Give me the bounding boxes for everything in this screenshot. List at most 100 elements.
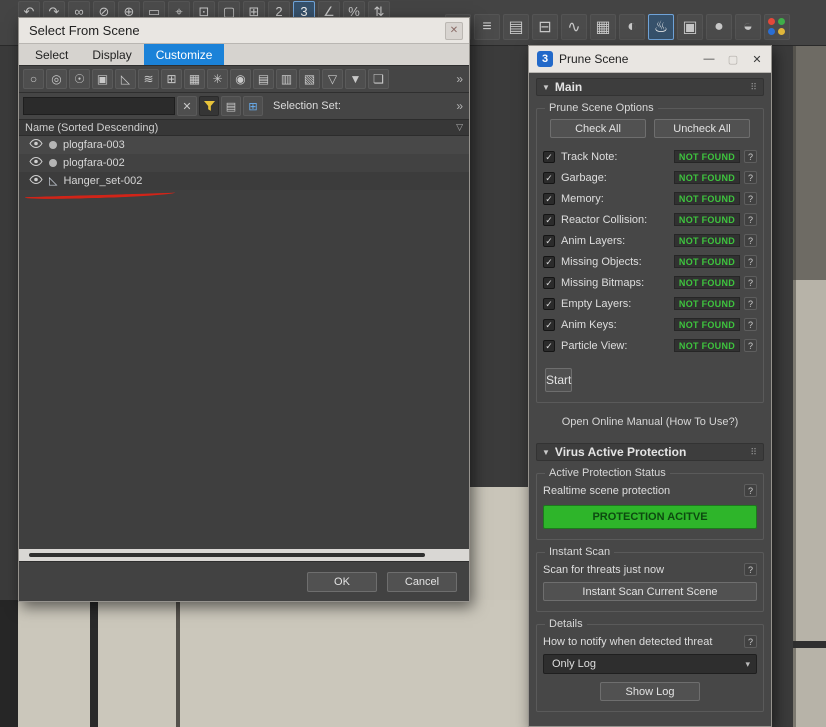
copy-list-icon[interactable]: ❏ — [368, 69, 389, 89]
checkbox[interactable]: ✓ — [543, 297, 555, 310]
viewport-pillar — [793, 280, 826, 727]
uncheck-all-button[interactable]: Uncheck All — [654, 119, 750, 138]
visibility-eye-icon[interactable] — [29, 174, 43, 187]
pick-parent-icon[interactable]: ▧ — [299, 69, 320, 89]
ok-button[interactable]: OK — [307, 571, 377, 592]
expand-all-icon[interactable]: ▤ — [253, 69, 274, 89]
render-production-icon[interactable]: ● — [706, 14, 732, 40]
checkbox[interactable]: ✓ — [543, 171, 555, 184]
help-button[interactable]: ? — [744, 276, 757, 289]
instant-scan-button[interactable]: Instant Scan Current Scene — [543, 582, 757, 601]
dot-blue — [767, 27, 775, 35]
funnel-filter-icon[interactable] — [199, 96, 219, 116]
toolbar-overflow-icon[interactable]: » — [456, 72, 465, 86]
cancel-button[interactable]: Cancel — [387, 571, 457, 592]
close-icon[interactable]: ✕ — [445, 21, 463, 40]
help-button[interactable]: ? — [744, 234, 757, 247]
virus-rollout-header[interactable]: ▼ Virus Active Protection ⠿ — [536, 443, 764, 461]
help-button[interactable]: ? — [744, 339, 757, 352]
help-button[interactable]: ? — [744, 635, 757, 648]
search-input[interactable] — [23, 97, 175, 115]
viewport-seam — [90, 600, 98, 727]
checkbox[interactable]: ✓ — [543, 255, 555, 268]
render-iterative-icon[interactable]: ◒ — [735, 14, 761, 40]
display-groups-icon[interactable]: ⊞ — [161, 69, 182, 89]
checkbox[interactable]: ✓ — [543, 234, 555, 247]
display-cameras-icon[interactable]: ▣ — [92, 69, 113, 89]
material-editor-icon[interactable]: ◐ — [619, 14, 645, 40]
help-button[interactable]: ? — [744, 297, 757, 310]
checkbox[interactable]: ✓ — [543, 318, 555, 331]
display-shapes-icon[interactable]: ◎ — [46, 69, 67, 89]
protection-active-button[interactable]: PROTECTION ACITVE — [543, 505, 757, 529]
scene-row[interactable]: ◺ Hanger_set-002 — [19, 172, 469, 190]
help-button[interactable]: ? — [744, 213, 757, 226]
collapse-all-icon[interactable]: ▥ — [276, 69, 297, 89]
dialog-titlebar[interactable]: Select From Scene ✕ — [19, 18, 469, 44]
checkbox[interactable]: ✓ — [543, 339, 555, 352]
minimize-icon[interactable]: — — [697, 48, 721, 70]
visibility-eye-icon[interactable] — [29, 156, 43, 169]
help-button[interactable]: ? — [744, 255, 757, 268]
ribbon-toggle-icon[interactable]: ⊟ — [532, 14, 558, 40]
display-lights-icon[interactable]: ☉ — [69, 69, 90, 89]
display-helpers-icon[interactable]: ◺ — [115, 69, 136, 89]
checkbox[interactable]: ✓ — [543, 213, 555, 226]
help-button[interactable]: ? — [744, 192, 757, 205]
start-button[interactable]: Start — [545, 368, 573, 392]
clear-search-icon[interactable]: ✕ — [177, 96, 197, 116]
cloud-render-icon[interactable] — [764, 14, 790, 40]
menu-select[interactable]: Select — [23, 44, 80, 65]
render-setup-icon[interactable]: ♨ — [648, 14, 674, 40]
checkbox[interactable]: ✓ — [543, 192, 555, 205]
column-filter-icon[interactable]: ▽ — [456, 122, 463, 133]
menu-display[interactable]: Display — [80, 44, 143, 65]
checkbox[interactable]: ✓ — [543, 276, 555, 289]
display-hidden-icon[interactable]: ◉ — [230, 69, 251, 89]
curve-editor-icon[interactable]: ∿ — [561, 14, 587, 40]
scene-row[interactable]: plogfara-002 — [19, 154, 469, 172]
close-icon[interactable]: ✕ — [745, 48, 769, 70]
scene-row[interactable]: plogfara-003 — [19, 136, 469, 154]
notify-row: How to notify when detected threat ? — [543, 635, 757, 648]
visibility-eye-icon[interactable] — [29, 138, 43, 151]
checkbox[interactable]: ✓ — [543, 150, 555, 163]
check-buttons-row: Check All Uncheck All — [543, 119, 757, 138]
window-controls: — ▢ ✕ — [697, 48, 769, 70]
status-badge: NOT FOUND — [674, 234, 740, 247]
help-button[interactable]: ? — [744, 563, 757, 576]
align-icon[interactable]: ≡ — [474, 14, 500, 40]
layer-explorer-icon[interactable]: ▤ — [503, 14, 529, 40]
log-mode-dropdown[interactable]: Only Log ▾ — [543, 654, 757, 674]
filter-icon[interactable]: ▼ — [345, 69, 366, 89]
online-manual-link[interactable]: Open Online Manual (How To Use?) — [536, 416, 764, 428]
show-log-button[interactable]: Show Log — [600, 682, 700, 701]
help-button[interactable]: ? — [744, 484, 757, 497]
display-geometry-icon[interactable]: ○ — [23, 69, 44, 89]
horizontal-scrollbar[interactable] — [19, 549, 469, 561]
clear-filter-icon[interactable]: ▽ — [322, 69, 343, 89]
menu-customize[interactable]: Customize — [143, 44, 225, 65]
status-badge: NOT FOUND — [674, 213, 740, 226]
name-column-header[interactable]: Name (Sorted Descending) ▽ — [19, 119, 469, 136]
display-frozen-icon[interactable]: ✳ — [207, 69, 228, 89]
rendered-frame-icon[interactable]: ▣ — [677, 14, 703, 40]
main-rollout-header[interactable]: ▼ Main ⠿ — [536, 78, 764, 96]
scrollbar-thumb[interactable] — [29, 553, 425, 557]
maximize-icon[interactable]: ▢ — [721, 48, 745, 70]
help-button[interactable]: ? — [744, 150, 757, 163]
display-layers-icon[interactable]: ▤ — [221, 96, 241, 116]
selection-set-icon[interactable]: ⊞ — [243, 96, 263, 116]
geometry-type-icon — [49, 141, 57, 149]
display-xrefs-icon[interactable]: ▦ — [184, 69, 205, 89]
help-button[interactable]: ? — [744, 318, 757, 331]
dialog-titlebar[interactable]: 3 Prune Scene — ▢ ✕ — [529, 46, 771, 73]
prune-scene-dialog: 3 Prune Scene — ▢ ✕ ▼ Main ⠿ Prune Scene… — [528, 45, 772, 727]
check-all-button[interactable]: Check All — [550, 119, 646, 138]
display-spacewarps-icon[interactable]: ≋ — [138, 69, 159, 89]
help-button[interactable]: ? — [744, 171, 757, 184]
option-label: Reactor Collision: — [561, 213, 648, 226]
toolbar-overflow-icon[interactable]: » — [456, 99, 465, 113]
schematic-view-icon[interactable]: ▦ — [590, 14, 616, 40]
dialog-menubar: Select Display Customize — [19, 44, 469, 65]
